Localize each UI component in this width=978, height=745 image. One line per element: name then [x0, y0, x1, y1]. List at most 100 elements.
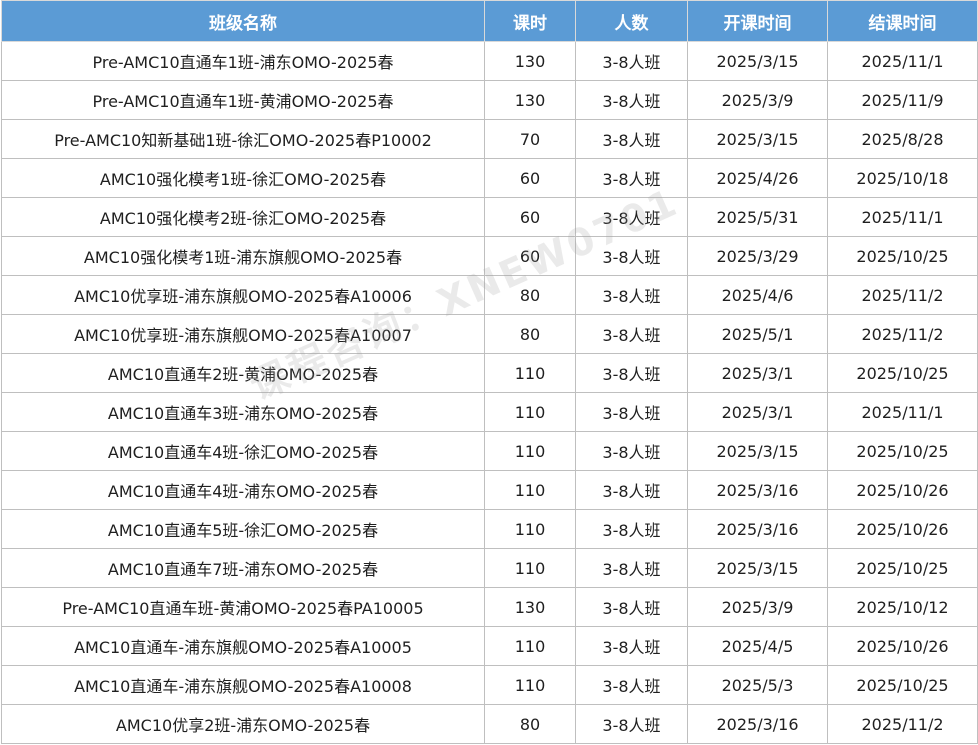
cell-hours: 130 [484, 41, 576, 81]
table-row: AMC10直通车7班-浦东OMO-2025春 110 3-8人班 2025/3/15 2… [1, 548, 978, 588]
header-class-name: 班级名称 [1, 0, 485, 42]
cell-hours: 60 [484, 197, 576, 237]
table-row: AMC10直通车4班-徐汇OMO-2025春 110 3-8人班 2025/3/15 2… [1, 431, 978, 471]
table-row: AMC10强化模考1班-徐汇OMO-2025春 60 3-8人班 2025/4/26 2… [1, 158, 978, 198]
table-row: AMC10直通车-浦东旗舰OMO-2025春A10005 110 3-8人班 2025… [1, 626, 978, 666]
header-row: 班级名称 课时 人数 开课时间 结课时间 [1, 0, 978, 42]
cell-hours: 130 [484, 80, 576, 120]
cell-start-date: 2025/3/15 [687, 119, 828, 159]
table-row: AMC10直通车-浦东旗舰OMO-2025春A10008 110 3-8人班 2025… [1, 665, 978, 705]
cell-start-date: 2025/4/6 [687, 275, 828, 315]
cell-class-name: AMC10强化模考1班-徐汇OMO-2025春 [1, 158, 485, 198]
cell-class-size: 3-8人班 [575, 275, 688, 315]
cell-class-name: AMC10直通车-浦东旗舰OMO-2025春A10005 [1, 626, 485, 666]
table-row: AMC10强化模考1班-浦东旗舰OMO-2025春 60 3-8人班 2025/3/2… [1, 236, 978, 276]
cell-class-size: 3-8人班 [575, 548, 688, 588]
cell-end-date: 2025/10/25 [827, 665, 978, 705]
cell-class-size: 3-8人班 [575, 392, 688, 432]
cell-class-size: 3-8人班 [575, 236, 688, 276]
cell-end-date: 2025/10/25 [827, 353, 978, 393]
table-row: AMC10直通车3班-浦东OMO-2025春 110 3-8人班 2025/3/1 20… [1, 392, 978, 432]
cell-end-date: 2025/10/12 [827, 587, 978, 627]
table-row: AMC10强化模考2班-徐汇OMO-2025春 60 3-8人班 2025/5/31 2… [1, 197, 978, 237]
cell-class-name: AMC10优享班-浦东旗舰OMO-2025春A10007 [1, 314, 485, 354]
cell-class-name: Pre-AMC10直通车班-黄浦OMO-2025春PA10005 [1, 587, 485, 627]
cell-hours: 80 [484, 704, 576, 744]
cell-class-size: 3-8人班 [575, 119, 688, 159]
cell-class-size: 3-8人班 [575, 470, 688, 510]
cell-start-date: 2025/3/15 [687, 431, 828, 471]
cell-end-date: 2025/10/25 [827, 236, 978, 276]
cell-class-name: AMC10直通车4班-浦东OMO-2025春 [1, 470, 485, 510]
cell-start-date: 2025/5/3 [687, 665, 828, 705]
cell-hours: 110 [484, 470, 576, 510]
table-row: AMC10直通车2班-黄浦OMO-2025春 110 3-8人班 2025/3/1 20… [1, 353, 978, 393]
cell-class-size: 3-8人班 [575, 626, 688, 666]
cell-end-date: 2025/10/26 [827, 626, 978, 666]
cell-class-size: 3-8人班 [575, 431, 688, 471]
cell-class-size: 3-8人班 [575, 665, 688, 705]
cell-start-date: 2025/3/9 [687, 80, 828, 120]
cell-class-name: Pre-AMC10知新基础1班-徐汇OMO-2025春P10002 [1, 119, 485, 159]
cell-start-date: 2025/3/16 [687, 470, 828, 510]
cell-start-date: 2025/3/9 [687, 587, 828, 627]
cell-class-size: 3-8人班 [575, 587, 688, 627]
cell-hours: 110 [484, 626, 576, 666]
cell-end-date: 2025/10/26 [827, 470, 978, 510]
cell-hours: 110 [484, 509, 576, 549]
cell-start-date: 2025/3/16 [687, 704, 828, 744]
cell-end-date: 2025/10/25 [827, 548, 978, 588]
cell-class-name: AMC10优享班-浦东旗舰OMO-2025春A10006 [1, 275, 485, 315]
cell-start-date: 2025/5/1 [687, 314, 828, 354]
table-row: AMC10直通车4班-浦东OMO-2025春 110 3-8人班 2025/3/16 2… [1, 470, 978, 510]
cell-hours: 110 [484, 392, 576, 432]
cell-end-date: 2025/11/1 [827, 41, 978, 81]
cell-class-size: 3-8人班 [575, 158, 688, 198]
cell-hours: 130 [484, 587, 576, 627]
cell-class-name: AMC10直通车3班-浦东OMO-2025春 [1, 392, 485, 432]
table-header: 班级名称 课时 人数 开课时间 结课时间 [1, 0, 978, 42]
cell-hours: 80 [484, 314, 576, 354]
cell-hours: 60 [484, 158, 576, 198]
cell-end-date: 2025/11/9 [827, 80, 978, 120]
cell-hours: 110 [484, 353, 576, 393]
cell-start-date: 2025/5/31 [687, 197, 828, 237]
cell-start-date: 2025/3/15 [687, 548, 828, 588]
class-schedule-table: 班级名称 课时 人数 开课时间 结课时间 Pre-AMC10直通车1班-浦东OM… [1, 0, 978, 744]
table-row: AMC10优享班-浦东旗舰OMO-2025春A10007 80 3-8人班 2025/… [1, 314, 978, 354]
cell-hours: 110 [484, 665, 576, 705]
cell-class-name: AMC10强化模考1班-浦东旗舰OMO-2025春 [1, 236, 485, 276]
header-hours: 课时 [484, 0, 576, 42]
cell-end-date: 2025/11/2 [827, 704, 978, 744]
cell-start-date: 2025/3/16 [687, 509, 828, 549]
table-row: AMC10优享2班-浦东OMO-2025春 80 3-8人班 2025/3/16 202… [1, 704, 978, 744]
table-row: AMC10优享班-浦东旗舰OMO-2025春A10006 80 3-8人班 2025/… [1, 275, 978, 315]
cell-class-size: 3-8人班 [575, 314, 688, 354]
header-start-date: 开课时间 [687, 0, 828, 42]
cell-class-size: 3-8人班 [575, 353, 688, 393]
cell-hours: 80 [484, 275, 576, 315]
cell-start-date: 2025/4/26 [687, 158, 828, 198]
cell-end-date: 2025/11/2 [827, 314, 978, 354]
cell-class-name: AMC10强化模考2班-徐汇OMO-2025春 [1, 197, 485, 237]
cell-hours: 110 [484, 548, 576, 588]
cell-hours: 110 [484, 431, 576, 471]
cell-class-name: AMC10直通车7班-浦东OMO-2025春 [1, 548, 485, 588]
cell-hours: 70 [484, 119, 576, 159]
table-row: Pre-AMC10直通车班-黄浦OMO-2025春PA10005 130 3-8人班… [1, 587, 978, 627]
cell-hours: 60 [484, 236, 576, 276]
cell-end-date: 2025/8/28 [827, 119, 978, 159]
cell-class-name: AMC10直通车2班-黄浦OMO-2025春 [1, 353, 485, 393]
cell-start-date: 2025/4/5 [687, 626, 828, 666]
cell-class-name: AMC10直通车5班-徐汇OMO-2025春 [1, 509, 485, 549]
table-row: AMC10直通车5班-徐汇OMO-2025春 110 3-8人班 2025/3/16 2… [1, 509, 978, 549]
cell-end-date: 2025/10/18 [827, 158, 978, 198]
table-row: Pre-AMC10直通车1班-黄浦OMO-2025春 130 3-8人班 2025/3… [1, 80, 978, 120]
cell-class-name: Pre-AMC10直通车1班-浦东OMO-2025春 [1, 41, 485, 81]
header-class-size: 人数 [575, 0, 688, 42]
cell-start-date: 2025/3/1 [687, 353, 828, 393]
cell-end-date: 2025/10/26 [827, 509, 978, 549]
cell-class-name: AMC10直通车-浦东旗舰OMO-2025春A10008 [1, 665, 485, 705]
cell-class-size: 3-8人班 [575, 41, 688, 81]
cell-start-date: 2025/3/1 [687, 392, 828, 432]
